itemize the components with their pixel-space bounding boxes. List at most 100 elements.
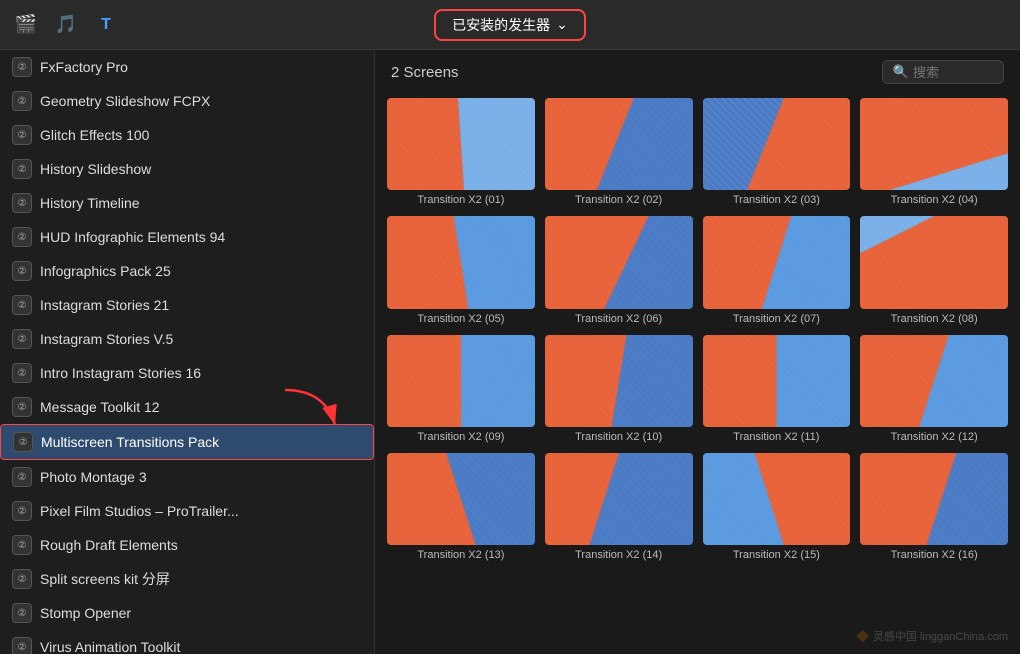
grid-item-label-11: Transition X2 (11): [703, 431, 851, 443]
thumbnail-14: [545, 453, 693, 545]
grid-item-1[interactable]: Transition X2 (01): [387, 98, 535, 206]
grid-item-10[interactable]: Transition X2 (10): [545, 335, 693, 443]
grid-item-13[interactable]: Transition X2 (13): [387, 453, 535, 561]
right-panel: 2 Screens 🔍 Transition X2 (01)Transition…: [375, 50, 1020, 654]
grid-item-label-13: Transition X2 (13): [387, 549, 535, 561]
generator-dropdown[interactable]: 已安装的发生器 ⌄: [434, 9, 586, 41]
sidebar-item-instagram-stories-v5[interactable]: ②Instagram Stories V.5: [0, 322, 374, 356]
sidebar-item-multiscreen-transitions[interactable]: ② Multiscreen Transitions Pack: [0, 424, 374, 460]
grid-item-4[interactable]: Transition X2 (04): [860, 98, 1008, 206]
music-icon[interactable]: 🎵: [50, 9, 82, 41]
thumb-canvas-8: [860, 216, 1008, 308]
search-icon: 🔍: [893, 64, 909, 80]
grid-item-8[interactable]: Transition X2 (08): [860, 216, 1008, 324]
sidebar-label-history-slideshow: History Slideshow: [40, 161, 362, 177]
thumbnail-1: [387, 98, 535, 190]
grid-item-7[interactable]: Transition X2 (07): [703, 216, 851, 324]
sidebar-item-history-slideshow[interactable]: ② History Slideshow: [0, 152, 374, 186]
grid-item-12[interactable]: Transition X2 (12): [860, 335, 1008, 443]
grid-item-label-7: Transition X2 (07): [703, 313, 851, 325]
thumbnail-12: [860, 335, 1008, 427]
item-icon-rough-draft: ②: [12, 535, 32, 555]
grid-item-label-9: Transition X2 (09): [387, 431, 535, 443]
grid-item-16[interactable]: Transition X2 (16): [860, 453, 1008, 561]
search-input[interactable]: [913, 65, 993, 80]
sidebar-label-multiscreen-transitions: Multiscreen Transitions Pack: [41, 434, 361, 450]
grid-item-6[interactable]: Transition X2 (06): [545, 216, 693, 324]
thumb-canvas-16: [860, 453, 1008, 545]
item-icon-instagram-stories-21: ②: [12, 295, 32, 315]
item-icon-photo-montage: ②: [12, 467, 32, 487]
thumb-canvas-10: [545, 335, 693, 427]
grid-item-label-2: Transition X2 (02): [545, 194, 693, 206]
sidebar-item-pixel-film-studios[interactable]: ② Pixel Film Studios – ProTrailer...: [0, 494, 374, 528]
top-bar-icons: 🎬 🎵 T: [10, 9, 122, 41]
sidebar-label-pixel-film-studios: Pixel Film Studios – ProTrailer...: [40, 503, 362, 519]
item-icon-pixel-film-studios: ②: [12, 501, 32, 521]
sidebar-item-glitch-effects[interactable]: ②Glitch Effects 100: [0, 118, 374, 152]
thumb-canvas-5: [387, 216, 535, 308]
sidebar-item-fxfactory-pro[interactable]: ②FxFactory Pro: [0, 50, 374, 84]
sidebar-label-hud-infographic: HUD Infographic Elements 94: [40, 229, 362, 245]
grid-item-label-15: Transition X2 (15): [703, 549, 851, 561]
grid-item-2[interactable]: Transition X2 (02): [545, 98, 693, 206]
sidebar-item-split-screens[interactable]: ②Split screens kit 分屏: [0, 562, 374, 596]
sidebar-item-hud-infographic[interactable]: ②HUD Infographic Elements 94: [0, 220, 374, 254]
thumb-canvas-7: [703, 216, 851, 308]
item-icon-message-toolkit: ②: [12, 397, 32, 417]
sidebar-label-message-toolkit: Message Toolkit 12: [40, 399, 362, 415]
item-icon-history-timeline: ②: [12, 193, 32, 213]
thumbnail-grid: Transition X2 (01) Transition X2 (02) Tran…: [387, 98, 1008, 561]
thumb-canvas-4: [860, 98, 1008, 190]
item-icon-multiscreen-transitions: ②: [13, 432, 33, 452]
thumbnail-10: [545, 335, 693, 427]
sidebar-item-instagram-stories-21[interactable]: ②Instagram Stories 21: [0, 288, 374, 322]
thumb-canvas-9: [387, 335, 535, 427]
thumbnail-6: [545, 216, 693, 308]
item-icon-history-slideshow: ②: [12, 159, 32, 179]
sidebar-label-geometry-slideshow: Geometry Slideshow FCPX: [40, 93, 362, 109]
item-icon-virus-animation: ②: [12, 637, 32, 654]
star-icon[interactable]: 🎬: [10, 9, 42, 41]
sidebar-item-geometry-slideshow[interactable]: ②Geometry Slideshow FCPX: [0, 84, 374, 118]
sidebar-item-stomp-opener[interactable]: ②Stomp Opener: [0, 596, 374, 630]
thumbnail-13: [387, 453, 535, 545]
sidebar-label-virus-animation: Virus Animation Toolkit: [40, 639, 362, 654]
sidebar-item-history-timeline[interactable]: ②History Timeline: [0, 186, 374, 220]
thumb-canvas-11: [703, 335, 851, 427]
sidebar-item-infographics-pack[interactable]: ②Infographics Pack 25: [0, 254, 374, 288]
grid-item-label-3: Transition X2 (03): [703, 194, 851, 206]
sidebar-item-intro-instagram[interactable]: ②Intro Instagram Stories 16: [0, 356, 374, 390]
grid-item-label-4: Transition X2 (04): [860, 194, 1008, 206]
thumbnail-2: [545, 98, 693, 190]
text-icon[interactable]: T: [90, 9, 122, 41]
grid-item-label-8: Transition X2 (08): [860, 313, 1008, 325]
grid-item-15[interactable]: Transition X2 (15): [703, 453, 851, 561]
grid-item-14[interactable]: Transition X2 (14): [545, 453, 693, 561]
grid-item-5[interactable]: Transition X2 (05): [387, 216, 535, 324]
thumbnail-5: [387, 216, 535, 308]
right-header: 2 Screens 🔍: [375, 50, 1020, 90]
thumbnail-7: [703, 216, 851, 308]
grid-item-label-6: Transition X2 (06): [545, 313, 693, 325]
sidebar-item-photo-montage[interactable]: ② Photo Montage 3: [0, 460, 374, 494]
thumbnail-8: [860, 216, 1008, 308]
grid-item-9[interactable]: Transition X2 (09): [387, 335, 535, 443]
sidebar-item-rough-draft[interactable]: ② Rough Draft Elements: [0, 528, 374, 562]
thumbnail-11: [703, 335, 851, 427]
sidebar-item-virus-animation[interactable]: ② Virus Animation Toolkit: [0, 630, 374, 654]
thumb-canvas-14: [545, 453, 693, 545]
grid-item-11[interactable]: Transition X2 (11): [703, 335, 851, 443]
thumbnail-3: [703, 98, 851, 190]
main-content: ②FxFactory Pro②Geometry Slideshow FCPX②G…: [0, 50, 1020, 654]
thumb-canvas-15: [703, 453, 851, 545]
sidebar-label-photo-montage: Photo Montage 3: [40, 469, 362, 485]
thumbnail-15: [703, 453, 851, 545]
item-icon-fxfactory-pro: ②: [12, 57, 32, 77]
grid-item-3[interactable]: Transition X2 (03): [703, 98, 851, 206]
sidebar-item-message-toolkit[interactable]: ② Message Toolkit 12: [0, 390, 374, 424]
thumb-canvas-3: [703, 98, 851, 190]
item-icon-instagram-stories-v5: ②: [12, 329, 32, 349]
item-icon-infographics-pack: ②: [12, 261, 32, 281]
sidebar-label-rough-draft: Rough Draft Elements: [40, 537, 362, 553]
